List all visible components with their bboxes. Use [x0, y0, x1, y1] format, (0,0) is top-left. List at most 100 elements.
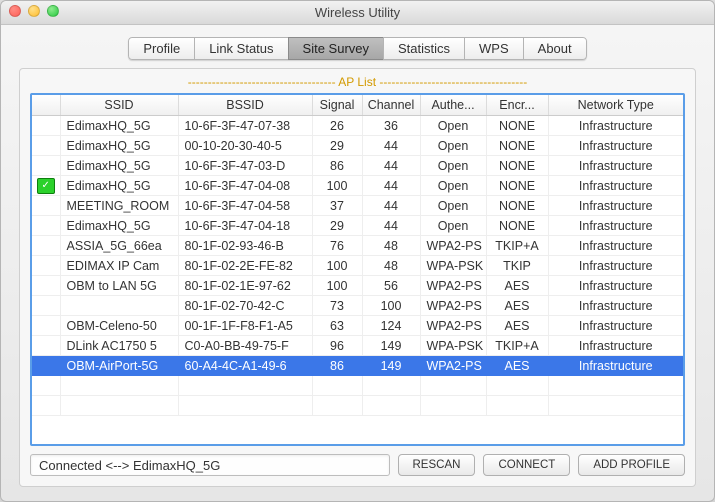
signal-cell: 76 — [312, 236, 362, 256]
table-row[interactable]: OBM-AirPort-5G60-A4-4C-A1-49-686149WPA2-… — [32, 356, 683, 376]
encr-cell: AES — [486, 296, 548, 316]
encr-cell: AES — [486, 356, 548, 376]
auth-cell: Open — [420, 176, 486, 196]
connected-cell — [32, 336, 60, 356]
table-row[interactable]: ✓EdimaxHQ_5G10-6F-3F-47-04-0810044OpenNO… — [32, 176, 683, 196]
col-header[interactable]: BSSID — [178, 95, 312, 116]
titlebar: Wireless Utility — [1, 1, 714, 25]
connect-button[interactable]: CONNECT — [483, 454, 570, 476]
signal-cell: 29 — [312, 136, 362, 156]
bssid-cell: 80-1F-02-70-42-C — [178, 296, 312, 316]
channel-cell: 44 — [362, 176, 420, 196]
table-row[interactable]: ASSIA_5G_66ea80-1F-02-93-46-B7648WPA2-PS… — [32, 236, 683, 256]
tab-site-survey[interactable]: Site Survey — [288, 37, 384, 60]
bssid-cell: 10-6F-3F-47-07-38 — [178, 116, 312, 136]
encr-cell: TKIP+A — [486, 236, 548, 256]
encr-cell: AES — [486, 276, 548, 296]
connected-icon: ✓ — [37, 178, 55, 194]
channel-cell: 56 — [362, 276, 420, 296]
ssid-cell: OBM to LAN 5G — [60, 276, 178, 296]
channel-cell: 48 — [362, 236, 420, 256]
table-row[interactable]: 80-1F-02-70-42-C73100WPA2-PSAESInfrastru… — [32, 296, 683, 316]
rescan-button[interactable]: RESCAN — [398, 454, 476, 476]
col-header[interactable]: Network Type — [548, 95, 683, 116]
connected-cell — [32, 316, 60, 336]
table-row[interactable] — [32, 376, 683, 396]
encr-cell: TKIP — [486, 256, 548, 276]
bssid-cell: 80-1F-02-93-46-B — [178, 236, 312, 256]
network-type-cell: Infrastructure — [548, 216, 683, 236]
close-icon[interactable] — [9, 5, 21, 17]
col-header[interactable]: Signal — [312, 95, 362, 116]
signal-cell: 100 — [312, 256, 362, 276]
channel-cell: 124 — [362, 316, 420, 336]
connected-cell — [32, 256, 60, 276]
auth-cell: Open — [420, 116, 486, 136]
signal-cell: 73 — [312, 296, 362, 316]
tab-about[interactable]: About — [523, 37, 587, 60]
channel-cell: 44 — [362, 196, 420, 216]
channel-cell: 149 — [362, 356, 420, 376]
auth-cell: WPA2-PS — [420, 236, 486, 256]
ssid-cell: EdimaxHQ_5G — [60, 136, 178, 156]
ssid-cell: DLink AC1750 5 — [60, 336, 178, 356]
tab-statistics[interactable]: Statistics — [383, 37, 465, 60]
col-header[interactable]: SSID — [60, 95, 178, 116]
encr-cell: NONE — [486, 136, 548, 156]
bssid-cell: 60-A4-4C-A1-49-6 — [178, 356, 312, 376]
ssid-cell — [60, 296, 178, 316]
tab-link-status[interactable]: Link Status — [194, 37, 288, 60]
add-profile-button[interactable]: ADD PROFILE — [578, 454, 685, 476]
table-row[interactable]: DLink AC1750 5C0-A0-BB-49-75-F96149WPA-P… — [32, 336, 683, 356]
signal-cell: 100 — [312, 276, 362, 296]
col-header[interactable]: Channel — [362, 95, 420, 116]
ap-list-label: ------------------------------------- AP… — [30, 75, 685, 89]
connected-cell — [32, 116, 60, 136]
connected-cell — [32, 296, 60, 316]
connected-cell: ✓ — [32, 176, 60, 196]
network-type-cell: Infrastructure — [548, 176, 683, 196]
table-row[interactable]: MEETING_ROOM10-6F-3F-47-04-583744OpenNON… — [32, 196, 683, 216]
table-row[interactable]: EdimaxHQ_5G00-10-20-30-40-52944OpenNONEI… — [32, 136, 683, 156]
table-row[interactable]: EdimaxHQ_5G10-6F-3F-47-03-D8644OpenNONEI… — [32, 156, 683, 176]
auth-cell: WPA2-PS — [420, 276, 486, 296]
table-row[interactable]: OBM-Celeno-5000-1F-1F-F8-F1-A563124WPA2-… — [32, 316, 683, 336]
tab-wps[interactable]: WPS — [464, 37, 524, 60]
ssid-cell: ASSIA_5G_66ea — [60, 236, 178, 256]
bssid-cell: 80-1F-02-2E-FE-82 — [178, 256, 312, 276]
encr-cell: NONE — [486, 156, 548, 176]
table-row[interactable] — [32, 396, 683, 416]
bssid-cell: 10-6F-3F-47-04-18 — [178, 216, 312, 236]
network-type-cell: Infrastructure — [548, 196, 683, 216]
table-row[interactable]: EDIMAX IP Cam80-1F-02-2E-FE-8210048WPA-P… — [32, 256, 683, 276]
table-row[interactable]: EdimaxHQ_5G10-6F-3F-47-07-382636OpenNONE… — [32, 116, 683, 136]
channel-cell: 36 — [362, 116, 420, 136]
connected-cell — [32, 216, 60, 236]
tabbar: ProfileLink StatusSite SurveyStatisticsW… — [19, 37, 696, 60]
auth-cell: WPA-PSK — [420, 256, 486, 276]
ssid-cell: EdimaxHQ_5G — [60, 156, 178, 176]
window-controls — [9, 5, 59, 17]
zoom-icon[interactable] — [47, 5, 59, 17]
auth-cell: WPA2-PS — [420, 316, 486, 336]
connected-cell — [32, 196, 60, 216]
tab-profile[interactable]: Profile — [128, 37, 195, 60]
main-window: Wireless Utility ProfileLink StatusSite … — [0, 0, 715, 502]
ap-scroll[interactable]: SSIDBSSIDSignalChannelAuthe...Encr...Net… — [32, 95, 683, 444]
bssid-cell: C0-A0-BB-49-75-F — [178, 336, 312, 356]
signal-cell: 96 — [312, 336, 362, 356]
table-row[interactable]: EdimaxHQ_5G10-6F-3F-47-04-182944OpenNONE… — [32, 216, 683, 236]
table-row[interactable]: OBM to LAN 5G80-1F-02-1E-97-6210056WPA2-… — [32, 276, 683, 296]
network-type-cell: Infrastructure — [548, 256, 683, 276]
network-type-cell: Infrastructure — [548, 236, 683, 256]
col-header[interactable]: Authe... — [420, 95, 486, 116]
auth-cell: WPA-PSK — [420, 336, 486, 356]
minimize-icon[interactable] — [28, 5, 40, 17]
connected-cell — [32, 276, 60, 296]
auth-cell: Open — [420, 216, 486, 236]
connected-cell — [32, 356, 60, 376]
signal-cell: 37 — [312, 196, 362, 216]
ssid-cell: EdimaxHQ_5G — [60, 116, 178, 136]
col-header[interactable]: Encr... — [486, 95, 548, 116]
col-header[interactable] — [32, 95, 60, 116]
